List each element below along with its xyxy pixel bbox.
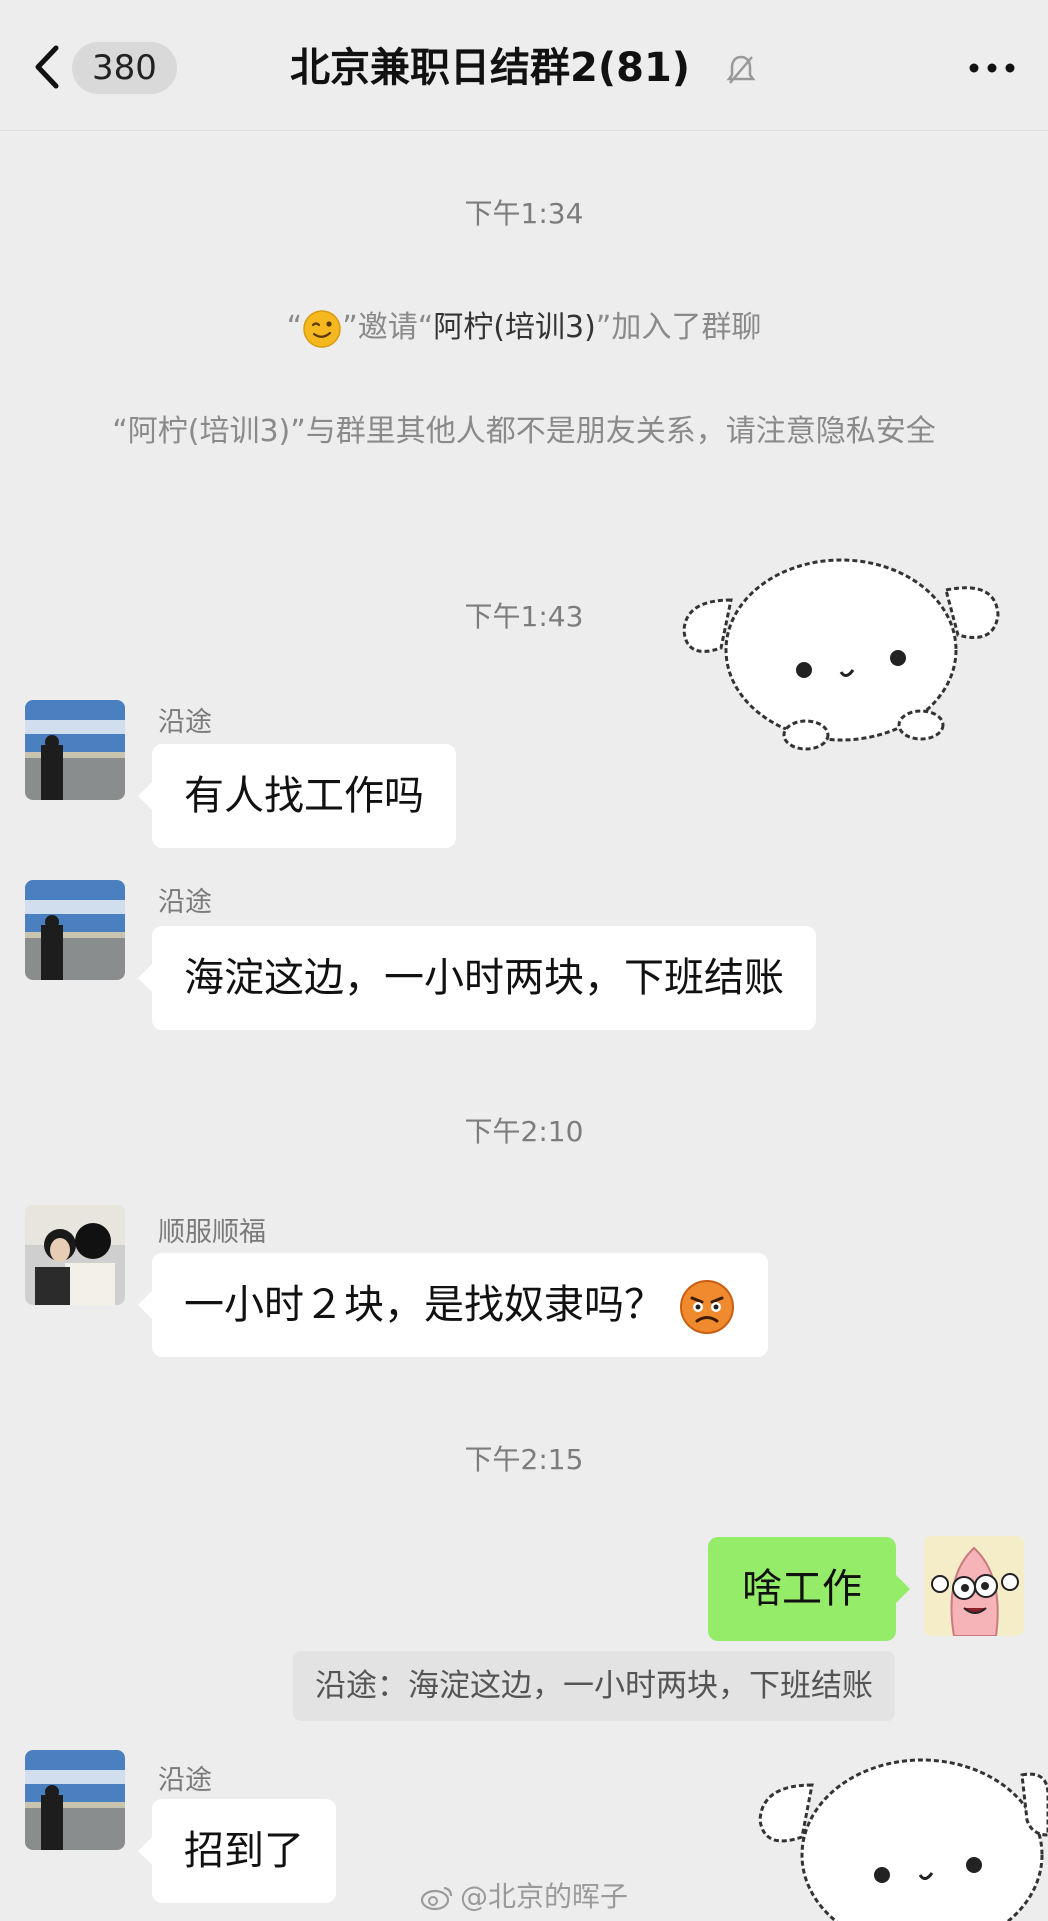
puppy-sticker-image: [682, 558, 1000, 751]
message-bubble[interactable]: 招到了: [138, 1799, 336, 1903]
sender-name: 沿途: [158, 1765, 212, 1796]
message-text: 一小时２块，是找奴隶吗？: [184, 1282, 664, 1328]
invite-tail: ”加入了群聊: [595, 310, 762, 345]
timestamp: 下午2:15: [464, 1443, 584, 1476]
avatar-yantu[interactable]: [25, 1750, 125, 1850]
my-message-bubble[interactable]: 啥工作: [708, 1537, 910, 1641]
message-bubble[interactable]: 一小时２块，是找奴隶吗？: [138, 1253, 768, 1357]
invite-system-message: “ ”邀请“阿柠(培训3)”加入了群聊: [0, 303, 1048, 353]
watermark-text: @北京的晖子: [460, 1880, 629, 1913]
more-options-button[interactable]: [964, 50, 1020, 86]
sender-name: 沿途: [158, 707, 212, 738]
wink-emoji-icon: [303, 309, 341, 348]
quote-open: “: [286, 310, 303, 345]
more-icon: [969, 63, 1015, 73]
timestamp: 下午1:34: [464, 197, 584, 230]
angry-emoji-icon: [680, 1280, 734, 1334]
my-avatar[interactable]: [924, 1536, 1024, 1636]
sender-name: 沿途: [158, 887, 212, 918]
mute-bell-icon: [726, 55, 756, 84]
timestamp: 下午2:10: [464, 1115, 584, 1148]
quoted-message[interactable]: 沿途：海淀这边，一小时两块，下班结账: [293, 1651, 895, 1721]
weibo-logo-icon: [420, 1886, 453, 1911]
puppy-sticker-image: [758, 1758, 1048, 1921]
chat-title-text: 北京兼职日结群2(81): [290, 45, 691, 91]
avatar-yantu[interactable]: [25, 880, 125, 980]
invited-member-name[interactable]: 阿柠(培训3): [433, 310, 596, 345]
invite-text: ”邀请“: [342, 310, 434, 345]
watermark: @北京的晖子: [420, 1875, 628, 1915]
message-bubble[interactable]: 有人找工作吗: [138, 744, 456, 848]
avatar-yantu[interactable]: [25, 700, 125, 800]
avatar-shunfu[interactable]: [25, 1205, 125, 1305]
chat-title: 北京兼职日结群2(81): [0, 38, 1048, 98]
message-bubble[interactable]: 海淀这边，一小时两块，下班结账: [138, 926, 816, 1030]
top-bar: 380 北京兼职日结群2(81): [0, 0, 1048, 131]
privacy-notice: “阿柠(培训3)”与群里其他人都不是朋友关系，请注意隐私安全: [112, 414, 936, 449]
sender-name: 顺服顺福: [158, 1217, 266, 1248]
